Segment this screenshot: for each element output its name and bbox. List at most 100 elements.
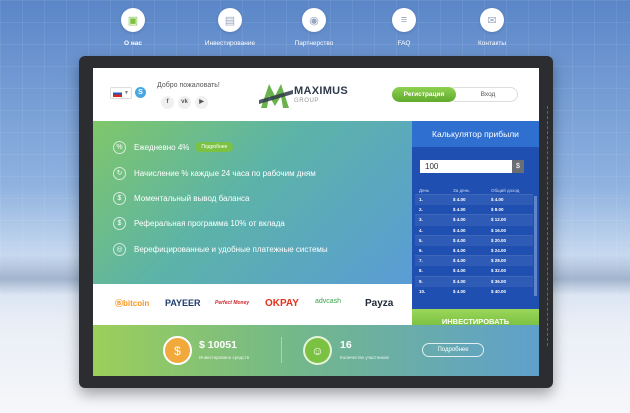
table-cell: $ 4.00 — [453, 207, 466, 213]
payeer-logo: PAYEER — [165, 298, 201, 308]
facebook-icon[interactable]: f — [161, 96, 174, 109]
table-row: 5. $ 4.00 $ 20.00 — [415, 234, 533, 245]
table-row: 10. $ 4.00 $ 40.00 — [415, 285, 533, 296]
logo-title: MAXIMUS — [294, 85, 349, 97]
nav-label: Партнерство — [294, 40, 334, 47]
currency-label: $ — [512, 160, 524, 173]
profit-calculator: Калькулятор прибыли 100 $ День За день О… — [412, 121, 539, 309]
feature-item: ◎ Верефицированные и удобные платежные с… — [113, 242, 328, 256]
monitor-frame: ▼ S Добро пожаловать! f vk ▶ MAXIMUS GRO… — [79, 56, 553, 388]
feature-text: Верефицированные и удобные платежные сис… — [134, 244, 328, 254]
table-row: 7. $ 4.00 $ 28.00 — [415, 255, 533, 266]
calculator-title: Калькулятор прибыли — [412, 121, 539, 147]
table-header: День За день Общий доход — [415, 186, 533, 194]
site-header: ▼ S Добро пожаловать! f vk ▶ MAXIMUS GRO… — [93, 68, 539, 121]
table-cell: $ 4.00 — [453, 288, 466, 294]
column-header: Общий доход — [491, 187, 520, 193]
payment-systems: Ⓑbitcoin PAYEER Perfect Money OKPAY advc… — [93, 284, 412, 325]
users-icon: ☺ — [303, 336, 332, 365]
russian-flag-icon — [113, 89, 122, 97]
stats-bar: $ $ 10051 Инвестировано средств ☺ 16 Кол… — [93, 325, 539, 376]
calculator-scrollbar[interactable] — [534, 196, 537, 296]
register-button[interactable]: Регистрация — [392, 87, 456, 102]
nav-item-partnership[interactable]: ◉ Партнерство — [269, 8, 359, 47]
table-cell: $ 24.00 — [491, 248, 507, 254]
nav-item-contacts[interactable]: ✉ Контакты — [447, 8, 537, 47]
features-panel: % Ежедневно 4% Подробнее ↻ Начисление % … — [93, 121, 412, 284]
table-cell: $ 20.00 — [491, 237, 507, 243]
payza-logo: Payza — [365, 298, 394, 309]
table-row: 3. $ 4.00 $ 12.00 — [415, 214, 533, 225]
youtube-icon[interactable]: ▶ — [195, 96, 208, 109]
nav-label: Контакты — [477, 40, 507, 47]
refresh-icon: ↻ — [113, 166, 126, 180]
menu-icon: ≡ — [392, 8, 416, 32]
nav-item-investing[interactable]: ▤ Инвестирование — [185, 8, 275, 47]
table-cell: $ 4.00 — [453, 197, 466, 203]
nav-item-about[interactable]: ▣ О нас — [88, 8, 178, 47]
logo-subtitle: GROUP — [294, 98, 320, 104]
table-cell: 1. — [419, 197, 423, 203]
table-cell: 8. — [419, 268, 423, 274]
table-row: 9. $ 4.00 $ 36.00 — [415, 275, 533, 286]
feature-item: $ Реферальная программа 10% от вклада — [113, 216, 285, 230]
table-cell: $ 4.00 — [453, 258, 466, 264]
feature-item: % Ежедневно 4% Подробнее — [113, 140, 234, 154]
invested-value: $ 10051 — [199, 339, 237, 351]
table-row: 8. $ 4.00 $ 32.00 — [415, 265, 533, 275]
table-cell: 4. — [419, 227, 423, 233]
wallet-icon: ▤ — [218, 8, 242, 32]
user-icon: ◉ — [302, 8, 326, 32]
advcash-logo: advcash — [315, 298, 342, 305]
table-row: 2. $ 4.00 $ 8.00 — [415, 204, 533, 214]
vk-icon[interactable]: vk — [178, 96, 191, 109]
language-select[interactable]: ▼ — [110, 87, 132, 99]
amount-input[interactable]: 100 — [420, 160, 520, 173]
chevron-down-icon: ▼ — [124, 90, 129, 96]
monitor-screen: ▼ S Добро пожаловать! f vk ▶ MAXIMUS GRO… — [93, 68, 539, 376]
members-value: 16 — [340, 339, 352, 351]
table-cell: $ 12.00 — [491, 217, 507, 223]
feature-text: Моментальный вывод баланса — [134, 193, 250, 203]
feature-text: Ежедневно 4% — [134, 142, 190, 152]
okpay-logo: OKPAY — [265, 298, 299, 309]
table-cell: 6. — [419, 248, 423, 254]
skype-icon[interactable]: S — [135, 87, 146, 98]
nav-label: FAQ — [397, 40, 411, 47]
table-cell: 9. — [419, 278, 423, 284]
table-cell: 7. — [419, 258, 423, 264]
table-cell: $ 32.00 — [491, 268, 507, 274]
dollar-icon: $ — [113, 216, 126, 230]
logo-mark-icon — [259, 84, 293, 108]
feature-item: $ Моментальный вывод баланса — [113, 191, 249, 205]
table-cell: $ 4.00 — [453, 248, 466, 254]
column-header: За день — [453, 187, 470, 193]
table-cell: 5. — [419, 237, 423, 243]
percent-icon: % — [113, 140, 126, 154]
table-body: 1. $ 4.00 $ 4.00 2. $ 4.00 $ 8.00 3. $ 4.00 $ 12… — [415, 194, 533, 296]
shield-icon: ◎ — [113, 242, 126, 256]
table-cell: $ 4.00 — [453, 278, 466, 284]
table-cell: $ 4.00 — [453, 237, 466, 243]
table-cell: $ 16.00 — [491, 227, 507, 233]
site-logo[interactable]: MAXIMUS GROUP — [259, 80, 363, 110]
top-navigation: ▣ О нас ▤ Инвестирование ◉ Партнерство ≡… — [96, 8, 532, 52]
table-cell: $ 36.00 — [491, 278, 507, 284]
login-button[interactable]: Вход — [448, 87, 518, 102]
nav-item-faq[interactable]: ≡ FAQ — [359, 8, 449, 47]
column-header: День — [419, 187, 430, 193]
calculator-table: День За день Общий доход 1. $ 4.00 $ 4.00 2… — [415, 186, 533, 296]
table-cell: $ 4.00 — [491, 197, 504, 203]
stats-divider — [281, 337, 282, 363]
perfect-money-logo: Perfect Money — [215, 300, 250, 306]
table-cell: $ 8.00 — [491, 207, 504, 213]
details-button[interactable]: Подробнее — [195, 142, 234, 152]
bitcoin-logo: Ⓑbitcoin — [115, 299, 150, 308]
table-row: 6. $ 4.00 $ 24.00 — [415, 244, 533, 255]
feature-text: Начисление % каждые 24 часа по рабочим д… — [134, 168, 316, 178]
table-row: 4. $ 4.00 $ 16.00 — [415, 224, 533, 235]
invested-label: Инвестировано средств — [199, 355, 249, 360]
more-button[interactable]: Подробнее — [422, 343, 484, 357]
table-cell: $ 4.00 — [453, 268, 466, 274]
coins-icon: $ — [163, 336, 192, 365]
